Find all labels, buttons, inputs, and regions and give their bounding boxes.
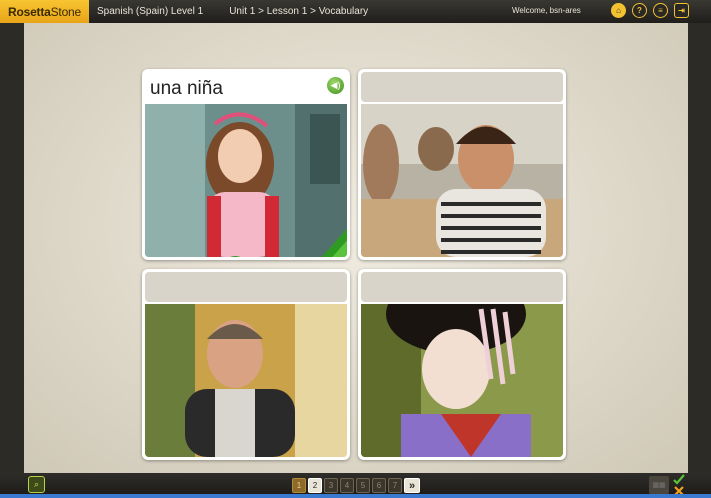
help-icon[interactable]: ?	[632, 3, 647, 18]
logo-bold-text: Rosetta	[8, 4, 51, 19]
answer-card-girl[interactable]: una niña ◀)	[142, 69, 350, 260]
card-label-area	[145, 272, 347, 302]
page-button[interactable]: 1	[292, 478, 306, 493]
page-button[interactable]: 6	[372, 478, 386, 493]
top-bar: Rosetta Stone Spanish (Spain) Level 1 Uni…	[0, 0, 711, 23]
next-button[interactable]: »	[404, 478, 420, 493]
home-icon[interactable]: ⌂	[611, 3, 626, 18]
os-taskbar	[0, 494, 711, 498]
answer-card-man[interactable]	[142, 269, 350, 460]
score-marks-icon	[673, 474, 685, 496]
page-button[interactable]: 3	[324, 478, 338, 493]
girl-photo	[145, 104, 347, 257]
correct-checkmark-icon	[230, 228, 347, 257]
card-word: una niña	[150, 78, 223, 99]
welcome-text: Welcome, bsn-ares	[512, 6, 581, 15]
page-button-current[interactable]: 2	[308, 478, 322, 493]
answer-card-woman[interactable]	[358, 269, 566, 460]
page-button[interactable]: 7	[388, 478, 402, 493]
woman-photo	[361, 304, 563, 457]
logo-light-text: Stone	[50, 4, 82, 19]
exit-icon[interactable]: ⇥	[674, 3, 689, 18]
menu-icon[interactable]: ≡	[653, 3, 668, 18]
rosetta-stone-logo: Rosetta Stone	[0, 0, 89, 23]
breadcrumb: Unit 1 > Lesson 1 > Vocabulary	[229, 6, 369, 17]
lesson-stage: una niña ◀)	[24, 23, 688, 473]
man-photo	[145, 304, 347, 457]
card-label-area	[361, 272, 563, 302]
page-button[interactable]: 5	[356, 478, 370, 493]
card-label-area: una niña ◀)	[145, 72, 347, 102]
speaker-icon[interactable]: ◀)	[327, 77, 344, 94]
card-label-area	[361, 72, 563, 102]
boy-photo	[361, 104, 563, 257]
screen-pager: 1 2 3 4 5 6 7 »	[292, 478, 420, 493]
zoom-icon[interactable]: ⌕	[28, 476, 45, 493]
answer-card-boy[interactable]	[358, 69, 566, 260]
course-title: Spanish (Spain) Level 1	[97, 6, 204, 17]
page-button[interactable]: 4	[340, 478, 354, 493]
grid-icon[interactable]: ▦▦	[649, 476, 669, 494]
